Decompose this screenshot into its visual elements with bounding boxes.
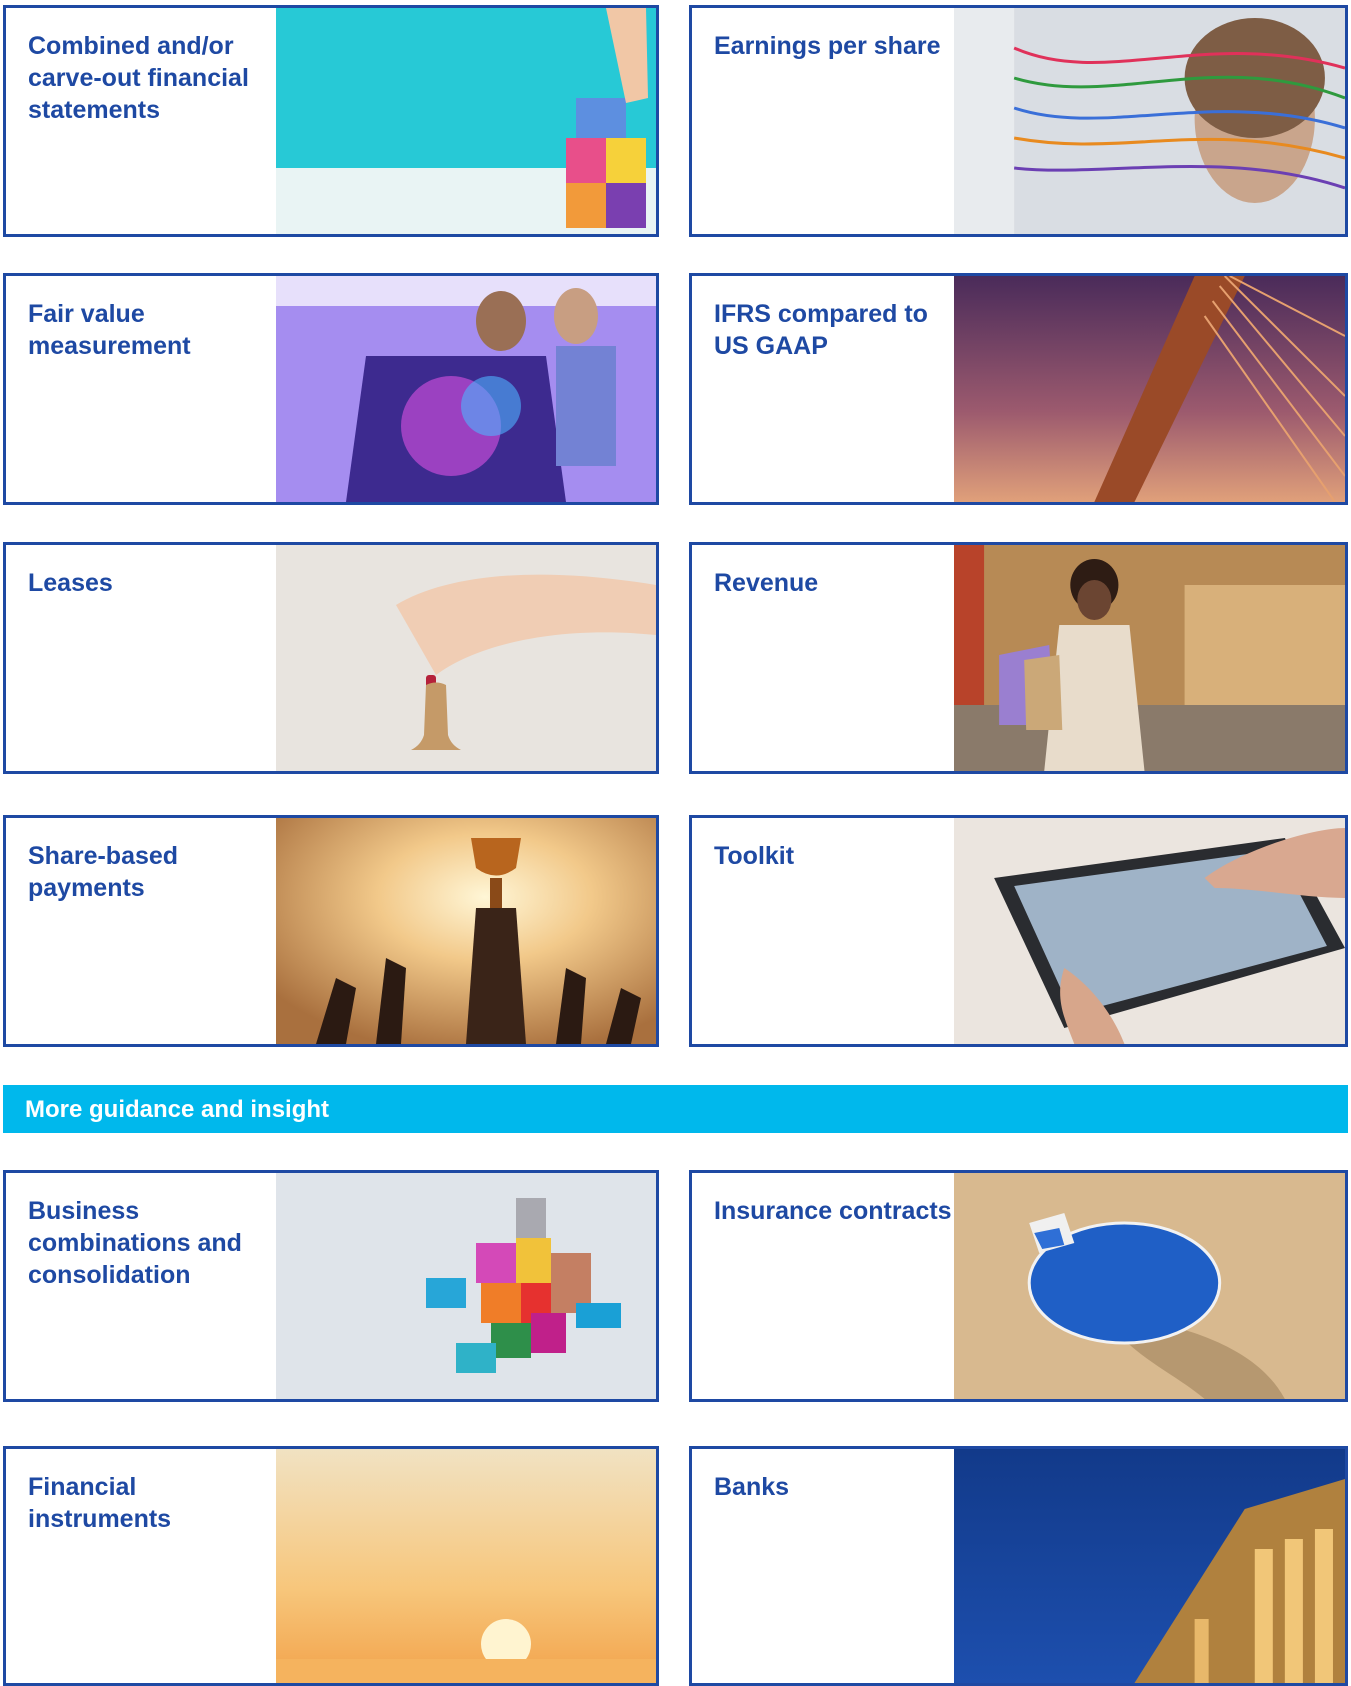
card-title: Share-based payments <box>28 842 179 902</box>
card-image-people-at-screen <box>276 276 656 502</box>
card-combined-carve-out[interactable]: Combined and/or carve-out financial stat… <box>3 5 659 237</box>
card-banks[interactable]: Banks <box>689 1446 1348 1686</box>
card-image-tablet <box>954 818 1345 1044</box>
card-title: Insurance contracts <box>714 1197 952 1225</box>
card-title: Leases <box>28 569 113 597</box>
card-title: Combined and/or carve-out financial stat… <box>28 32 249 124</box>
card-image-bridge-cables <box>954 276 1345 502</box>
card-ifrs-compared-us-gaap[interactable]: IFRS compared to US GAAP <box>689 273 1348 505</box>
card-title: IFRS compared to US GAAP <box>714 300 928 360</box>
card-earnings-per-share[interactable]: Earnings per share <box>689 5 1348 237</box>
card-business-combinations[interactable]: Business combinations and consolidation <box>3 1170 659 1402</box>
card-image-shopper <box>954 545 1345 771</box>
card-title: Toolkit <box>714 842 795 870</box>
card-title: Earnings per share <box>714 32 941 60</box>
card-image-colored-blocks <box>276 1173 656 1399</box>
card-image-bank-building <box>954 1449 1345 1683</box>
card-image-sunset-sea <box>276 1449 656 1683</box>
card-financial-instruments[interactable]: Financial instruments <box>3 1446 659 1686</box>
card-title: Fair value measurement <box>28 300 191 360</box>
card-title: Financial instruments <box>28 1473 172 1533</box>
card-image-trophy-hands <box>276 818 656 1044</box>
card-image-data-lines-woman <box>954 8 1345 234</box>
card-leases[interactable]: Leases <box>3 542 659 774</box>
card-image-chess-piece-hand <box>276 545 656 771</box>
card-image-puzzle-cube <box>276 8 656 234</box>
card-fair-value-measurement[interactable]: Fair value measurement <box>3 273 659 505</box>
card-share-based-payments[interactable]: Share-based payments <box>3 815 659 1047</box>
banner-label: More guidance and insight <box>25 1096 330 1123</box>
card-title: Revenue <box>714 569 819 597</box>
card-image-beach-umbrella <box>954 1173 1345 1399</box>
card-toolkit[interactable]: Toolkit <box>689 815 1348 1047</box>
card-title: Banks <box>714 1473 790 1501</box>
section-banner: More guidance and insight <box>3 1085 1348 1133</box>
card-revenue[interactable]: Revenue <box>689 542 1348 774</box>
card-title: Business combinations and consolidation <box>28 1197 242 1289</box>
card-insurance-contracts[interactable]: Insurance contracts <box>689 1170 1348 1402</box>
